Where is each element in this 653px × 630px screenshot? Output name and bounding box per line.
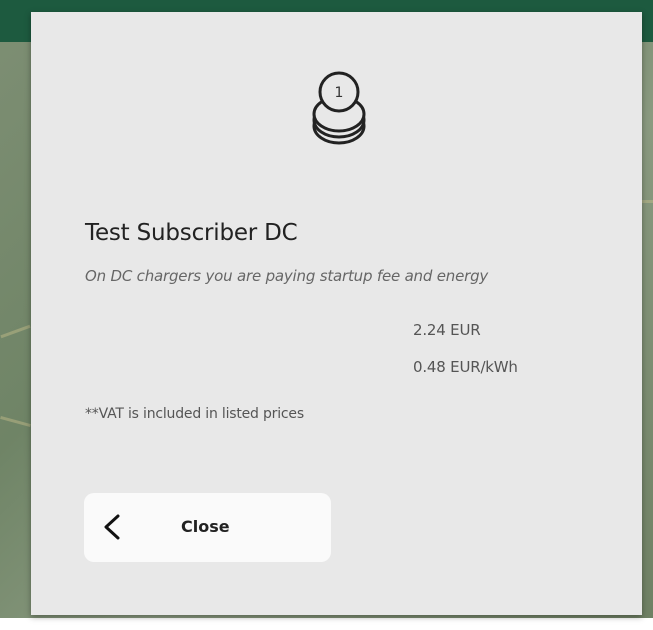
map-road [642,200,653,203]
plan-title: Test Subscriber DC [85,220,298,246]
energy-price: 0.48 EUR/kWh [413,358,518,376]
close-button[interactable]: Close [84,493,331,562]
close-button-label: Close [181,517,230,536]
bottom-strip [0,618,653,630]
plan-description: On DC chargers you are paying startup fe… [85,267,489,285]
tariff-details-modal: 1 Test Subscriber DC On DC chargers you … [31,12,642,615]
startup-fee-price: 2.24 EUR [413,321,481,339]
coin-number: 1 [335,85,344,101]
map-road [0,324,31,339]
vat-note: **VAT is included in listed prices [85,406,304,422]
coins-stack-icon: 1 [312,71,366,145]
map-road [0,416,31,427]
chevron-left-icon [104,514,120,540]
